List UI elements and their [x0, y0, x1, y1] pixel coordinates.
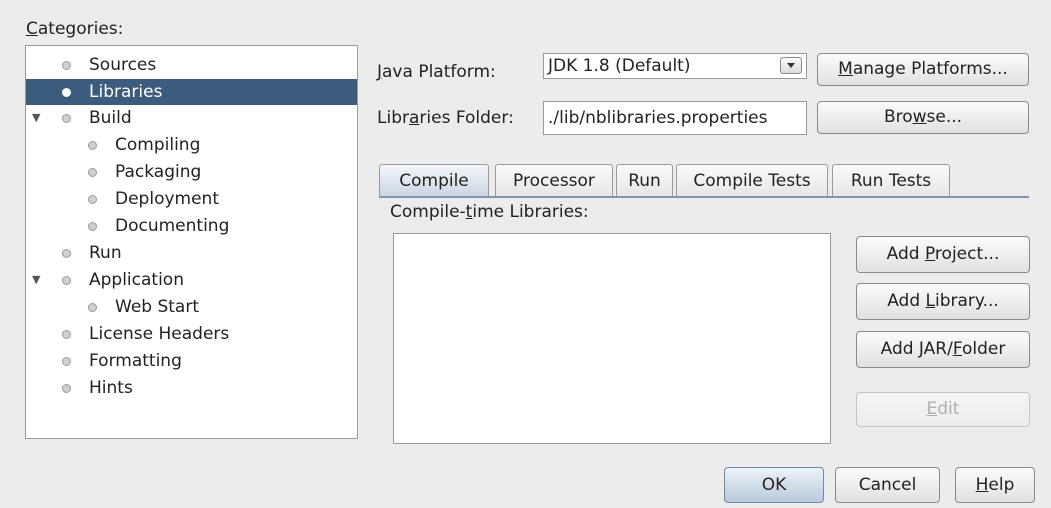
expanded-triangle-icon[interactable]: ▼	[32, 267, 40, 293]
tree-item-deployment[interactable]: Deployment	[26, 186, 357, 212]
tree-item-build[interactable]: ▼ Build	[26, 105, 357, 131]
tab-run[interactable]: Run	[616, 164, 673, 196]
node-bullet-icon	[88, 141, 97, 150]
compile-time-libraries-label: Compile-time Libraries:	[390, 202, 589, 222]
cancel-button[interactable]: Cancel	[835, 467, 940, 503]
tab-compile-tests[interactable]: Compile Tests	[676, 164, 828, 196]
node-bullet-icon	[88, 168, 97, 177]
dropdown-arrow-icon[interactable]	[780, 57, 802, 74]
help-button[interactable]: Help	[955, 467, 1035, 503]
node-bullet-icon	[62, 114, 71, 123]
libraries-folder-label: Libraries Folder:	[377, 108, 514, 128]
compile-libraries-list[interactable]	[393, 233, 831, 444]
node-bullet-icon	[88, 195, 97, 204]
categories-label: Categories:	[26, 19, 124, 39]
node-bullet-icon	[62, 357, 71, 366]
browse-button[interactable]: Browse...	[817, 101, 1029, 134]
tree-item-web-start[interactable]: Web Start	[26, 294, 357, 320]
add-jar-folder-button[interactable]: Add JAR/Folder	[856, 331, 1030, 368]
node-bullet-icon	[88, 222, 97, 231]
tree-item-formatting[interactable]: Formatting	[26, 348, 357, 374]
node-bullet-icon	[62, 88, 71, 97]
add-library-button[interactable]: Add Library...	[856, 283, 1030, 320]
tree-item-run[interactable]: Run	[26, 240, 357, 266]
tree-item-sources[interactable]: Sources	[26, 52, 357, 78]
tree-item-documenting[interactable]: Documenting	[26, 213, 357, 239]
tab-processor[interactable]: Processor	[495, 164, 613, 196]
libraries-folder-field[interactable]: ./lib/nblibraries.properties	[543, 101, 807, 135]
node-bullet-icon	[62, 61, 71, 70]
tree-item-license-headers[interactable]: License Headers	[26, 321, 357, 347]
tab-divider	[379, 196, 1029, 198]
node-bullet-icon	[62, 276, 71, 285]
node-bullet-icon	[62, 330, 71, 339]
tree-item-hints[interactable]: Hints	[26, 375, 357, 401]
java-platform-label: Java Platform:	[377, 62, 496, 82]
categories-tree[interactable]: Sources Libraries ▼ Build Compiling Pack…	[25, 45, 358, 439]
tree-item-packaging[interactable]: Packaging	[26, 159, 357, 185]
tab-run-tests[interactable]: Run Tests	[832, 164, 950, 196]
tree-item-libraries[interactable]: Libraries	[26, 79, 357, 105]
ok-button[interactable]: OK	[724, 467, 824, 503]
edit-button[interactable]: Edit	[856, 392, 1030, 427]
add-project-button[interactable]: Add Project...	[856, 236, 1030, 273]
node-bullet-icon	[88, 303, 97, 312]
expanded-triangle-icon[interactable]: ▼	[32, 105, 40, 131]
tree-item-compiling[interactable]: Compiling	[26, 132, 357, 158]
tab-compile[interactable]: Compile	[379, 164, 489, 197]
node-bullet-icon	[62, 384, 71, 393]
java-platform-select[interactable]: JDK 1.8 (Default)	[543, 53, 807, 79]
manage-platforms-button[interactable]: Manage Platforms...	[817, 53, 1029, 86]
node-bullet-icon	[62, 249, 71, 258]
tree-item-application[interactable]: ▼ Application	[26, 267, 357, 293]
